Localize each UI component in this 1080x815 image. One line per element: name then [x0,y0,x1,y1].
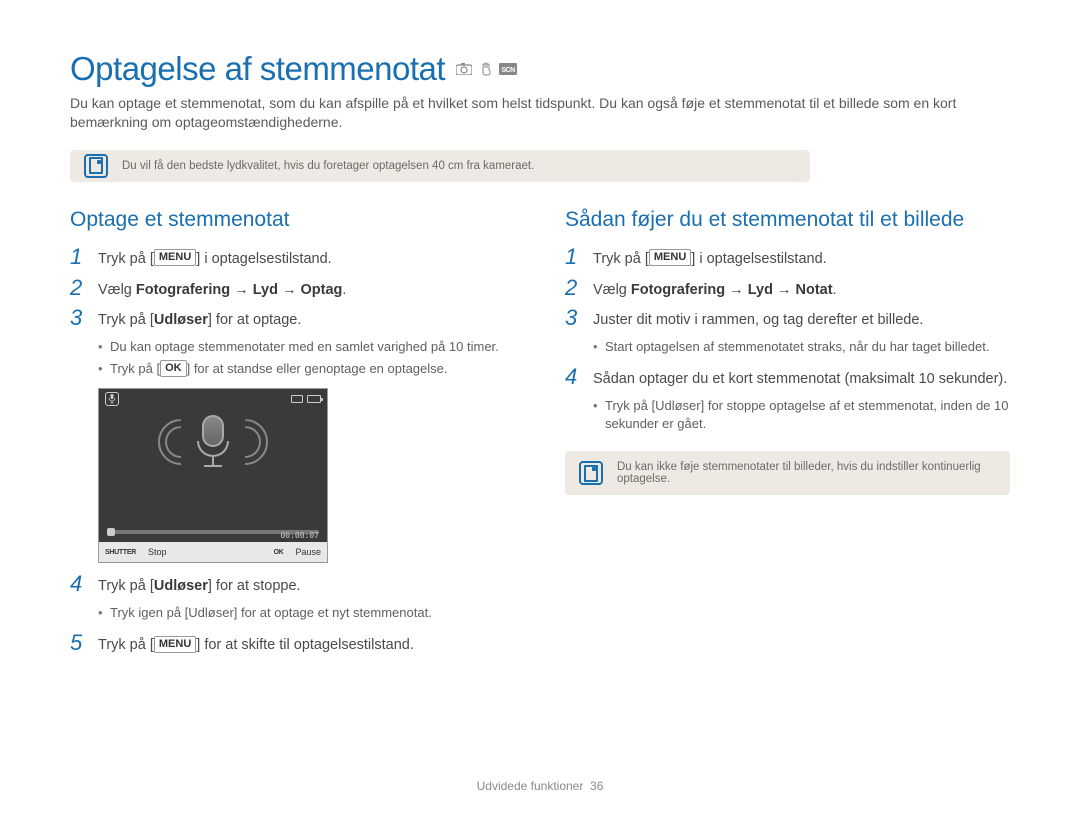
screenshot-footer: SHUTTER Stop OK Pause [99,542,327,562]
bullet: Tryk på [OK] for at standse eller genopt… [98,360,515,378]
step-text: Tryk på [Udløser] for at optage. [98,307,301,332]
elapsed-time: 00:00:07 [280,531,319,540]
menu-key: MENU [649,249,691,266]
right-step-4: 4 Sådan optager du et kort stemmenotat (… [565,366,1010,391]
step-number: 3 [70,307,88,329]
step-number: 2 [70,277,88,299]
left-step-5: 5 Tryk på [MENU] for at skifte til optag… [70,632,515,657]
progress-bar: 00:00:07 [107,526,319,538]
menu-key: MENU [154,636,196,653]
right-step-4-bullets: Tryk på [Udløser] for stoppe optagelse a… [593,397,1010,433]
shutter-key-label: SHUTTER [99,549,142,556]
step-text: Tryk på [MENU] i optagelsestilstand. [98,246,332,271]
bullet: Tryk på [Udløser] for stoppe optagelse a… [593,397,1010,433]
intro-paragraph: Du kan optage et stemmenotat, som du kan… [70,94,1010,132]
bullet: Start optagelsen af stemmenotatet straks… [593,338,1010,356]
step-number: 1 [565,246,583,268]
right-column: Sådan føjer du et stemmenotat til et bil… [565,208,1010,663]
page-title-text: Optagelse af stemmenotat [70,50,445,88]
step-number: 1 [70,246,88,268]
step-text: Vælg Fotografering → Lyd → Optag. [98,277,346,302]
ok-key-label: OK [268,549,290,556]
camera-p-icon [455,62,473,76]
bullet: Du kan optage stemmenotater med en samle… [98,338,515,356]
right-step-3-bullets: Start optagelsen af stemmenotatet straks… [593,338,1010,356]
pause-label: Pause [289,547,327,557]
left-column: Optage et stemmenotat 1 Tryk på [MENU] i… [70,208,515,663]
step-text: Tryk på [MENU] i optagelsestilstand. [593,246,827,271]
step-number: 4 [70,573,88,595]
right-step-3: 3 Juster dit motiv i rammen, og tag dere… [565,307,1010,332]
left-step-1: 1 Tryk på [MENU] i optagelsestilstand. [70,246,515,271]
left-step-3: 3 Tryk på [Udløser] for at optage. [70,307,515,332]
step-text: Sådan optager du et kort stemmenotat (ma… [593,366,1007,391]
step-number: 4 [565,366,583,388]
step-text: Tryk på [MENU] for at skifte til optagel… [98,632,414,657]
left-step-4: 4 Tryk på [Udløser] for at stoppe. [70,573,515,598]
step-text: Tryk på [Udløser] for at stoppe. [98,573,301,598]
left-heading: Optage et stemmenotat [70,208,515,232]
tip-text: Du kan ikke føje stemmenotater til bille… [617,461,981,485]
battery-icon [307,395,321,403]
speaker-icon [291,395,303,403]
tip-text: Du vil få den bedste lydkvalitet, hvis d… [122,160,534,172]
scn-icon: SCN [499,62,517,76]
left-step-4-bullets: Tryk igen på [Udløser] for at optage et … [98,604,515,622]
mode-icons: SCN [455,62,517,76]
tip-best-audio: Du vil få den bedste lydkvalitet, hvis d… [70,150,810,182]
sound-wave-left-icon [144,419,184,479]
mic-icon [105,392,119,406]
right-step-1: 1 Tryk på [MENU] i optagelsestilstand. [565,246,1010,271]
note-icon [579,461,603,485]
step-text: Vælg Fotografering → Lyd → Notat. [593,277,837,302]
stop-label: Stop [142,547,173,557]
left-step-3-bullets: Du kan optage stemmenotater med en samle… [98,338,515,378]
page-footer: Udvidede funktioner 36 [0,779,1080,793]
step-number: 5 [70,632,88,654]
microphone-icon [190,415,236,483]
tip-continuous-shooting: Du kan ikke føje stemmenotater til bille… [565,451,1010,495]
bullet: Tryk igen på [Udløser] for at optage et … [98,604,515,622]
recording-screenshot: 00:00:07 SHUTTER Stop OK Pause [98,388,328,563]
menu-key: MENU [154,249,196,266]
hand-icon [477,62,495,76]
note-icon [84,154,108,178]
page-title: Optagelse af stemmenotat SCN [70,50,1010,88]
step-number: 3 [565,307,583,329]
right-heading: Sådan føjer du et stemmenotat til et bil… [565,208,1010,232]
step-number: 2 [565,277,583,299]
step-text: Juster dit motiv i rammen, og tag dereft… [593,307,923,332]
sound-wave-right-icon [242,419,282,479]
ok-key: OK [160,360,187,377]
right-step-2: 2 Vælg Fotografering → Lyd → Notat. [565,277,1010,302]
left-step-2: 2 Vælg Fotografering → Lyd → Optag. [70,277,515,302]
svg-text:SCN: SCN [501,67,515,74]
